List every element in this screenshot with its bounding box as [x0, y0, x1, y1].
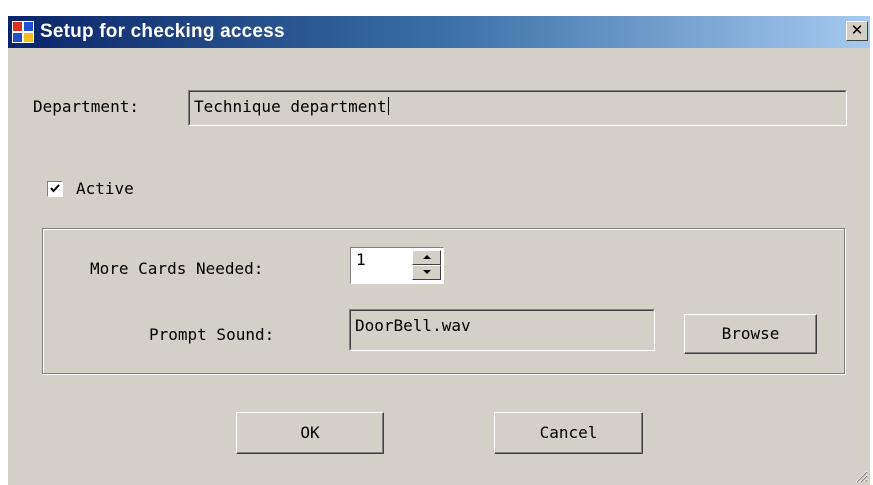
ok-button[interactable]: OK [236, 412, 384, 454]
more-cards-label: More Cards Needed: [90, 259, 264, 278]
department-field[interactable]: Technique department [188, 90, 847, 126]
browse-button[interactable]: Browse [684, 314, 817, 354]
prompt-sound-label: Prompt Sound: [149, 325, 275, 344]
app-icon [12, 21, 34, 43]
cancel-button[interactable]: Cancel [494, 412, 643, 454]
arrow-up-icon [423, 255, 431, 259]
resize-grip-icon[interactable] [852, 467, 868, 483]
setup-dialog: Setup for checking access ✕ Department: … [8, 16, 870, 485]
department-label: Department: [33, 97, 139, 116]
checkmark-icon [50, 184, 60, 193]
title-bar[interactable]: Setup for checking access ✕ [8, 16, 870, 48]
active-checkbox[interactable] [47, 181, 63, 197]
more-cards-stepper[interactable]: 1 [350, 247, 444, 284]
department-value: Technique department [194, 97, 389, 116]
close-icon: ✕ [850, 21, 864, 39]
active-label[interactable]: Active [76, 179, 134, 198]
more-cards-value[interactable]: 1 [356, 250, 366, 269]
prompt-sound-value: DoorBell.wav [355, 316, 471, 335]
prompt-sound-field[interactable]: DoorBell.wav [349, 309, 655, 351]
spin-down-button[interactable] [412, 265, 441, 280]
spin-up-button[interactable] [412, 250, 441, 265]
window-title: Setup for checking access [40, 21, 285, 42]
arrow-down-icon [423, 270, 431, 274]
close-button[interactable]: ✕ [846, 21, 868, 41]
